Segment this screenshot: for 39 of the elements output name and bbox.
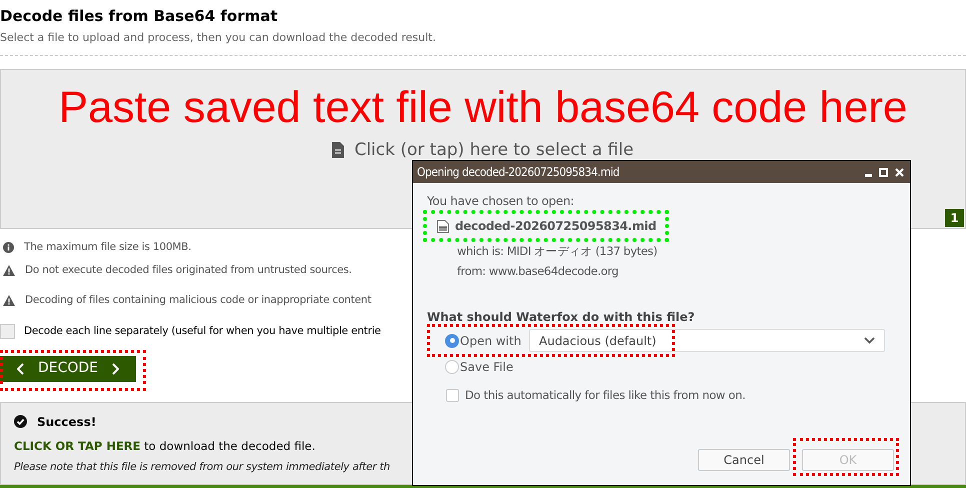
checkbox-label: Do this automatically for files like this from now on.	[465, 386, 746, 404]
count-badge: 1	[945, 208, 964, 226]
radio-label: Open with	[460, 332, 522, 350]
radio-button[interactable]	[445, 360, 459, 374]
checkbox[interactable]	[446, 389, 459, 402]
chevron-down-icon	[864, 337, 875, 344]
file-source: from: www.base64decode.org	[456, 263, 620, 280]
check-circle-icon	[14, 415, 27, 428]
radio-label: Save File	[460, 358, 514, 376]
overlay-caption: Paste saved text file with base64 code here	[58, 82, 908, 134]
intro-text: You have chosen to open:	[427, 193, 576, 210]
close-icon[interactable]	[895, 168, 904, 176]
decode-button[interactable]: DECODE	[0, 356, 136, 382]
file-icon	[332, 142, 344, 158]
app-dropdown[interactable]: Audacious (default)	[529, 329, 885, 352]
checkbox[interactable]	[0, 324, 15, 339]
note-text: The maximum file size is 100MB.	[24, 240, 192, 255]
warning-icon	[3, 265, 15, 276]
checkbox-label: Decode each line separately (useful for when you have multiple entrie	[24, 324, 381, 339]
upload-prompt: Click (or tap) here to select a file	[354, 138, 634, 162]
maximize-icon[interactable]	[879, 168, 888, 176]
dialog-button[interactable]: Cancel	[698, 449, 790, 471]
radio-button[interactable]	[445, 334, 459, 348]
page-title: Decode files from Base64 format	[0, 6, 279, 26]
removal-note: Please note that this file is removed from our system immediately after th	[14, 460, 390, 475]
question-text: What should Waterfox do with this file?	[427, 308, 696, 326]
success-title: Success!	[37, 414, 96, 430]
download-link[interactable]: CLICK OR TAP HERE	[14, 438, 141, 452]
music-file-icon	[437, 220, 449, 232]
window-title: Opening decoded-20260725095834.mid	[417, 164, 620, 181]
warning-icon	[3, 295, 15, 306]
note-text: Do not execute decoded files originated from untrusted sources.	[25, 262, 352, 278]
chevron-right-icon	[112, 362, 120, 374]
page-subtitle: Select a file to upload and process, then you can download the decoded result.	[0, 30, 437, 46]
chevron-left-icon	[16, 362, 24, 374]
file-type: which is: MIDI オーディオ (137 bytes)	[456, 243, 658, 260]
note-text: Decoding of files containing malicious code or inappropriate content	[25, 292, 372, 308]
info-icon	[3, 242, 14, 253]
download-hint: to download the decoded file.	[143, 438, 316, 452]
